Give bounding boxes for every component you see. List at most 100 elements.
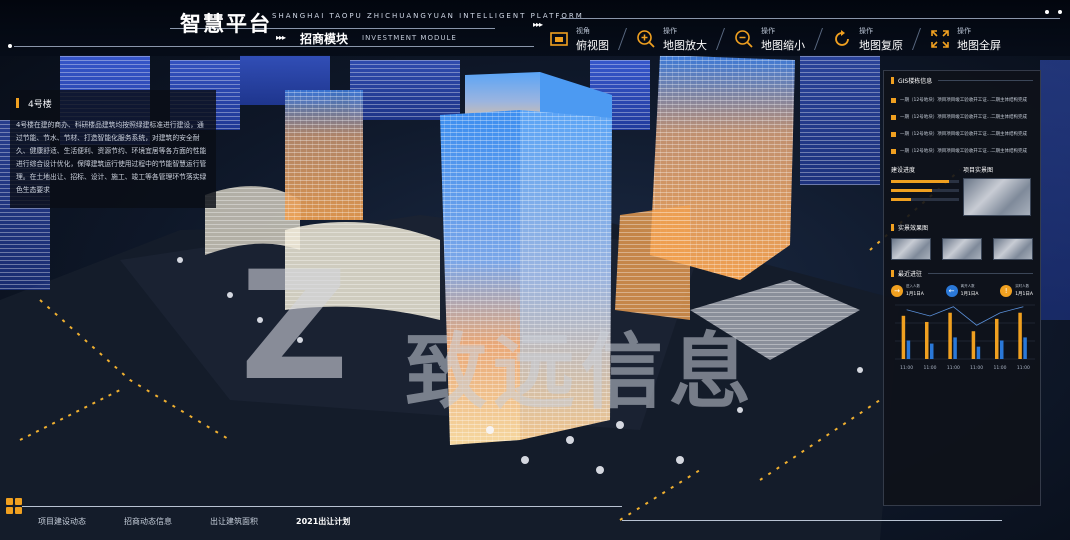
chart-bar — [906, 340, 911, 359]
list-item[interactable]: 一期（12号地块）项目项目竣工验收开工证...二期主体结构完成 — [891, 93, 1033, 107]
chart-tick-label: 11:00 — [947, 365, 960, 371]
gis-info-panel: GIS楼栋信息 一期（12号地块）项目项目竣工验收开工证...二期主体结构完成 … — [883, 70, 1041, 506]
progress-bar — [891, 180, 963, 183]
count-label: 实时人数 — [1015, 284, 1030, 288]
header-line-left — [14, 46, 534, 47]
project-photo[interactable] — [963, 178, 1031, 216]
top-view-button[interactable]: 视角 俯视图 — [548, 24, 623, 54]
list-item[interactable]: 一期（12号地块）项目项目竣工验收开工证...二期主体结构完成 — [891, 110, 1033, 124]
tool-caption: 操作 — [761, 26, 775, 35]
panel-title-text: GIS楼栋信息 — [898, 77, 933, 85]
thumbnail-image[interactable] — [891, 238, 931, 260]
top-view-icon — [548, 28, 570, 50]
thumbnail-image[interactable] — [993, 238, 1033, 260]
watermark-text: 致远信息 — [405, 325, 758, 420]
news-text: 一期（12号地块）项目项目竣工验收开工证...二期主体结构完成 — [900, 115, 1028, 120]
module-name: 招商模块 — [300, 32, 349, 46]
chart-tick-label: 11:00 — [1017, 365, 1030, 371]
count-value: 1月1日A — [906, 292, 924, 297]
bullet-icon — [891, 97, 896, 103]
tab-project-progress[interactable]: 项目建设动态 — [38, 516, 86, 527]
chart-tick-label: 11:00 — [900, 365, 913, 371]
tool-caption: 操作 — [859, 26, 873, 35]
thumbs-title: 实景效果图 — [891, 222, 1033, 232]
list-item[interactable]: 一期（12号地块）项目项目竣工验收开工证...二期主体结构完成 — [891, 144, 1033, 158]
zoom-out-button[interactable]: 操作 地图缩小 — [733, 24, 819, 54]
project-photo-section: 项目实景图 — [963, 164, 1033, 216]
count-item: ! 实时人数 1月1日A — [1000, 284, 1033, 297]
count-item: → 进入人数 1月1日A — [891, 284, 924, 297]
zoom-in-button[interactable]: 操作 地图放大 — [635, 24, 721, 54]
bottom-tabs: 项目建设动态 招商动态信息 出让建筑面积 2021出让计划 — [38, 516, 388, 527]
progress-title: 建设进度 — [891, 164, 963, 174]
map-toolbar: 视角 俯视图 操作 地图放大 操作 地图缩小 操作 地图复原 操作 地图全屏 — [548, 24, 1027, 54]
mini-bar-chart: 11:00 11:00 11:00 11:00 11:00 11:00 — [895, 304, 1035, 371]
chart-bar — [1000, 340, 1004, 359]
chart-bar — [925, 321, 929, 359]
count-label: 进入人数 — [906, 284, 920, 288]
photo-title-text: 项目实景图 — [963, 166, 994, 174]
news-text: 一期（12号地块）项目项目竣工验收开工证...二期主体结构完成 — [900, 98, 1028, 103]
news-text: 一期（12号地块）项目项目竣工验收开工证...二期主体结构完成 — [900, 149, 1028, 154]
module-name-en: INVESTMENT MODULE — [362, 34, 457, 42]
news-list: 一期（12号地块）项目项目竣工验收开工证...二期主体结构完成 一期（12号地块… — [891, 93, 1033, 158]
tab-transfer-area[interactable]: 出让建筑面积 — [210, 516, 258, 527]
zoom-in-icon — [635, 28, 657, 50]
top-header: 智慧平台 SHANGHAI TAOPU ZHICHUANGYUAN INTELL… — [0, 0, 1070, 56]
tool-label: 地图全屏 — [957, 38, 1001, 52]
thumbnail-row — [891, 238, 1033, 260]
count-label: 离开人数 — [960, 284, 975, 288]
counts-title-text: 最近进驻 — [898, 270, 923, 278]
platform-title-en: SHANGHAI TAOPU ZHICHUANGYUAN INTELLIGENT… — [272, 12, 584, 20]
thumbs-title-text: 实景效果图 — [898, 224, 929, 232]
title-accent — [16, 98, 19, 108]
photo-title: 项目实景图 — [963, 164, 1033, 174]
tool-caption: 视角 — [576, 26, 590, 35]
thumbnail-image[interactable] — [942, 238, 982, 260]
building-title: 4号楼 — [28, 100, 52, 110]
chart-bar — [995, 318, 999, 359]
header-dot — [8, 44, 12, 48]
arrow-right-icon: → — [891, 284, 903, 297]
bottom-line — [22, 506, 622, 507]
reset-map-button[interactable]: 操作 地图复原 — [831, 24, 917, 54]
bullet-icon — [891, 131, 896, 137]
progress-bar — [891, 189, 963, 192]
alert-icon: ! — [1000, 284, 1013, 297]
count-value: 1月1日A — [1015, 292, 1033, 297]
progress-photo-section: 建设进度 项目实景图 — [891, 164, 1033, 216]
header-dot-right — [1045, 10, 1049, 14]
tab-2021-transfer-plan[interactable]: 2021出让计划 — [296, 516, 350, 527]
zoom-out-icon — [733, 28, 755, 50]
fullscreen-icon — [929, 28, 951, 50]
count-item: ← 离开人数 1月1日A — [945, 284, 978, 297]
bottom-line-right — [622, 520, 1002, 521]
chart-trend-line — [906, 306, 1024, 326]
chart-bar — [1023, 337, 1027, 359]
title-accent — [891, 76, 894, 84]
title-underline — [938, 79, 1033, 81]
title-accent — [891, 269, 894, 277]
chart-bar — [901, 315, 906, 359]
bullet-icon — [891, 114, 896, 120]
progress-section: 建设进度 — [891, 164, 963, 216]
chart-bar — [971, 331, 976, 359]
chart-bar — [953, 337, 957, 359]
building-description: 4号楼在建的商办、科研楼品建筑均按照绿建标准进行建设，通过节能、节水、节材、打造… — [16, 121, 207, 194]
tool-label: 地图放大 — [663, 38, 707, 52]
fullscreen-button[interactable]: 操作 地图全屏 — [929, 24, 1015, 54]
tool-caption: 操作 — [957, 26, 971, 35]
arrow-left-icon: ← — [945, 284, 958, 297]
list-item[interactable]: 一期（12号地块）项目项目竣工验收开工证...二期主体结构完成 — [891, 127, 1033, 141]
chart-bar — [930, 343, 934, 359]
tab-investment-news[interactable]: 招商动态信息 — [124, 516, 172, 527]
building-info-panel: 4号楼 4号楼在建的商办、科研楼品建筑均按照绿建标准进行建设，通过节能、节水、节… — [10, 90, 216, 208]
tool-label: 俯视图 — [576, 38, 609, 52]
header-dot-right-2 — [1058, 10, 1062, 14]
tool-label: 地图复原 — [859, 38, 903, 52]
chart-bar — [976, 346, 981, 359]
bullet-icon — [891, 148, 896, 154]
grid-menu-icon[interactable] — [6, 498, 23, 515]
progress-bar — [891, 198, 963, 201]
chart-tick-label: 11:00 — [924, 365, 937, 371]
